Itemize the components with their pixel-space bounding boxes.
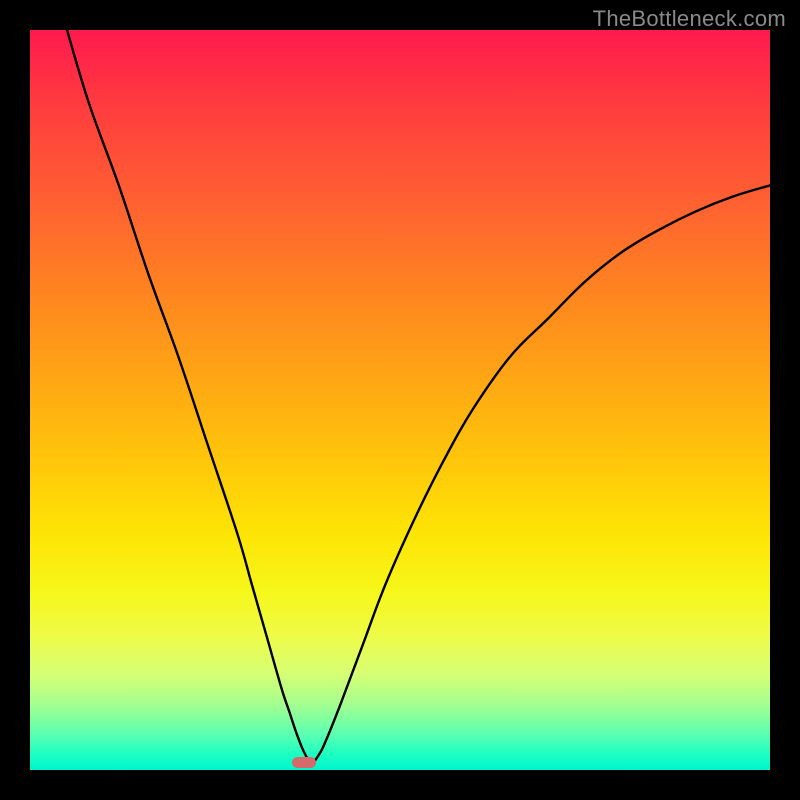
chart-frame: TheBottleneck.com: [0, 0, 800, 800]
plot-area: [30, 30, 770, 770]
optimum-marker: [292, 757, 316, 767]
watermark-text: TheBottleneck.com: [593, 6, 786, 32]
bottleneck-curve: [30, 30, 770, 770]
